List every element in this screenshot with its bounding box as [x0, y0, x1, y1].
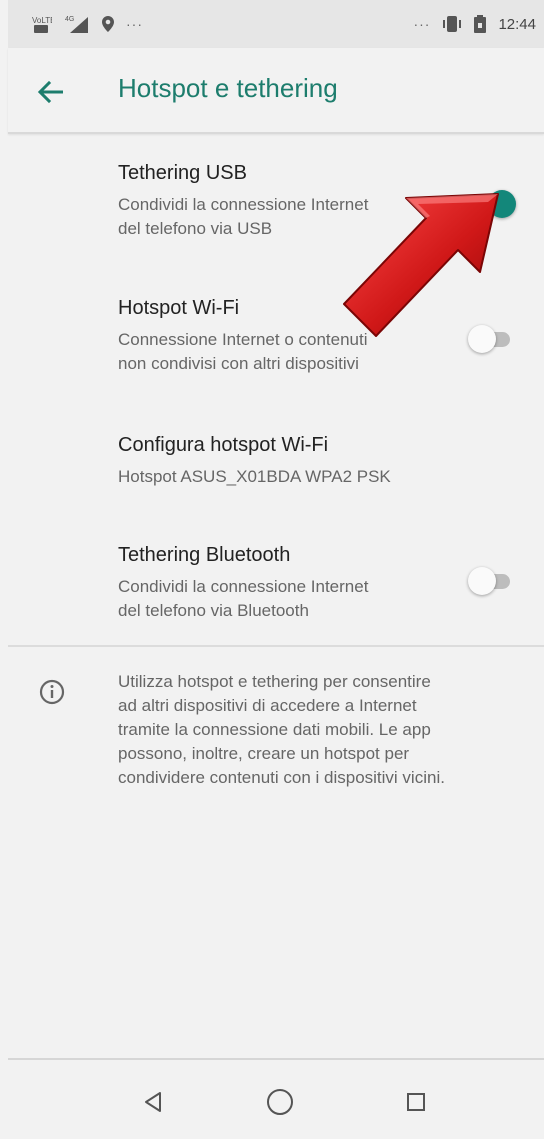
status-left: VoLTE 4G ···: [30, 13, 143, 35]
pref-summary: Connessione Internet o contenuti non con…: [118, 328, 438, 376]
pref-summary-line: non condivisi con altri dispositivi: [118, 354, 359, 373]
toggle-hotspot-wifi[interactable]: [468, 321, 514, 357]
status-right: ··· 12:44: [413, 15, 536, 33]
toggle-tethering-usb[interactable]: [472, 186, 516, 222]
info-line: tramite la connessione dati mobili. Le a…: [118, 720, 431, 739]
navigation-bar: [8, 1058, 544, 1139]
pref-summary-line: Hotspot ASUS_X01BDA WPA2 PSK: [118, 467, 391, 486]
info-line: condividere contenuti con i dispositivi …: [118, 768, 445, 787]
divider: [8, 645, 544, 647]
nav-back-button[interactable]: [133, 1082, 173, 1122]
location-icon: [102, 16, 114, 32]
pref-tethering-usb[interactable]: Tethering USB Condividi la connessione I…: [8, 136, 544, 266]
status-time: 12:44: [498, 15, 536, 33]
toggle-tethering-bluetooth[interactable]: [468, 563, 514, 599]
info-line: possono, inoltre, creare un hotspot per: [118, 744, 410, 763]
info-line: ad altri dispositivi di accedere a Inter…: [118, 696, 417, 715]
page-title: Hotspot e tethering: [118, 73, 338, 103]
pref-summary-line: Connessione Internet o contenuti: [118, 330, 368, 349]
status-more-left: ···: [126, 16, 143, 32]
arrow-back-icon: [37, 80, 63, 104]
pref-summary-line: del telefono via USB: [118, 219, 273, 238]
info-icon: [39, 679, 65, 705]
toggle-thumb: [488, 190, 516, 218]
pref-title: Tethering Bluetooth: [118, 544, 291, 566]
pref-summary-line: del telefono via Bluetooth: [118, 601, 309, 620]
pref-summary: Hotspot ASUS_X01BDA WPA2 PSK: [118, 465, 518, 489]
nav-back-icon: [145, 1092, 161, 1112]
nav-home-icon: [267, 1089, 293, 1115]
info-text: Utilizza hotspot e tethering per consent…: [118, 670, 538, 790]
pref-summary: Condividi la connessione Internet del te…: [118, 575, 438, 623]
pref-hotspot-wifi[interactable]: Hotspot Wi-Fi Connessione Internet o con…: [8, 271, 544, 401]
pref-summary: Condividi la connessione Internet del te…: [118, 193, 438, 241]
nav-home-button[interactable]: [260, 1082, 300, 1122]
status-more-right: ···: [413, 16, 431, 32]
pref-summary-line: Condividi la connessione Internet: [118, 195, 369, 214]
lock-battery-icon: [474, 15, 487, 33]
svg-text:VoLTE: VoLTE: [32, 16, 52, 25]
back-button[interactable]: [32, 74, 68, 110]
pref-title: Configura hotspot Wi-Fi: [118, 434, 329, 456]
settings-screen: VoLTE 4G ··· ···: [0, 0, 544, 1139]
pref-title: Tethering USB: [118, 162, 247, 184]
toggle-thumb: [468, 325, 496, 353]
pref-tethering-bluetooth[interactable]: Tethering Bluetooth Condividi la conness…: [8, 518, 544, 648]
status-bar: VoLTE 4G ··· ···: [8, 0, 544, 48]
toggle-thumb: [468, 567, 496, 595]
pref-summary-line: Condividi la connessione Internet: [118, 577, 369, 596]
pref-title: Hotspot Wi-Fi: [118, 297, 240, 319]
app-bar: Hotspot e tethering: [8, 48, 544, 134]
svg-text:4G: 4G: [65, 16, 74, 23]
volte-icon: VoLTE: [30, 13, 52, 35]
info-line: Utilizza hotspot e tethering per consent…: [118, 672, 431, 691]
signal-4g-icon: 4G: [64, 14, 90, 34]
nav-recents-icon: [407, 1093, 425, 1111]
vibrate-icon: [442, 15, 462, 33]
info-footer: Utilizza hotspot e tethering per consent…: [8, 670, 544, 810]
pref-configure-hotspot[interactable]: Configura hotspot Wi-Fi Hotspot ASUS_X01…: [8, 408, 544, 518]
nav-recents-button[interactable]: [396, 1082, 436, 1122]
